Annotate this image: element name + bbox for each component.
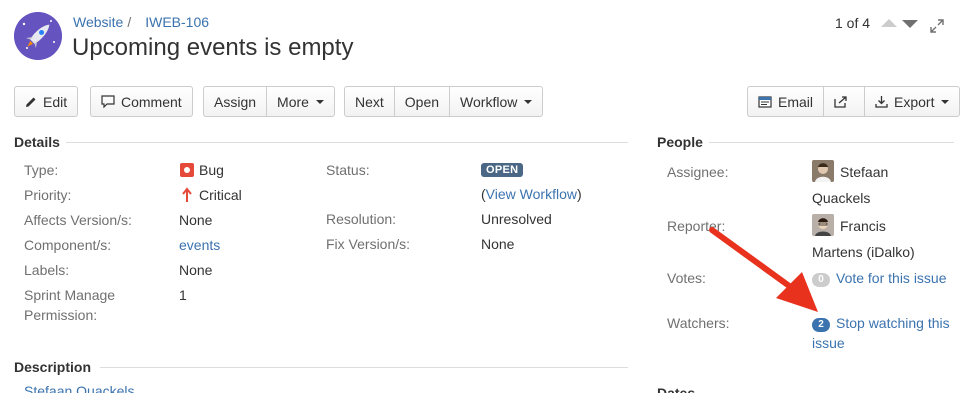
issue-summary[interactable]: Upcoming events is empty: [72, 34, 353, 62]
fix-version-value[interactable]: None: [481, 236, 514, 252]
affects-version-label: Affects Version/s:: [24, 212, 132, 228]
email-label: Email: [778, 93, 814, 110]
user-avatar-icon: [812, 160, 834, 182]
labels-value[interactable]: None: [179, 262, 212, 278]
details-divider: [66, 142, 628, 143]
component-label: Component/s:: [24, 237, 112, 253]
comment-label: Comment: [121, 93, 182, 110]
email-icon: [758, 95, 772, 108]
stop-watching-link-line2[interactable]: issue: [812, 335, 845, 351]
sprint-label-line2: Permission:: [24, 307, 98, 323]
assign-more-group: Assign More: [203, 86, 335, 117]
fix-version-label: Fix Version/s:: [326, 236, 411, 252]
labels-label: Labels:: [24, 262, 70, 278]
previous-issue-arrow-icon[interactable]: [881, 19, 897, 27]
breadcrumb-separator: /: [127, 14, 132, 30]
people-heading: People: [657, 134, 703, 150]
chevron-down-icon: [315, 99, 324, 104]
priority-label: Priority:: [24, 187, 72, 203]
edit-label: Edit: [43, 93, 68, 110]
edit-group: Edit: [14, 86, 79, 117]
email-button[interactable]: Email: [748, 87, 825, 116]
share-export-group: Email Export: [747, 86, 961, 117]
people-divider: [709, 142, 954, 143]
reporter-name-line1[interactable]: Francis: [840, 218, 886, 234]
more-button[interactable]: More: [267, 87, 334, 116]
comment-icon: [101, 95, 115, 108]
vote-link[interactable]: Vote for this issue: [836, 270, 947, 286]
description-heading: Description: [14, 359, 92, 375]
affects-version-value[interactable]: None: [179, 212, 212, 228]
annotation-arrow-icon: [709, 227, 818, 312]
export-button[interactable]: Export: [865, 87, 959, 116]
comment-group: Comment: [90, 86, 193, 117]
priority-critical-icon: [182, 187, 192, 202]
description-author-link[interactable]: Stefaan Quackels: [24, 383, 135, 393]
chevron-down-icon: [524, 99, 533, 104]
view-workflow-link[interactable]: View Workflow: [486, 186, 577, 202]
status-label: Status:: [326, 162, 370, 178]
view-workflow: (View Workflow): [481, 186, 582, 202]
next-button[interactable]: Next: [345, 87, 395, 116]
details-heading: Details: [14, 134, 60, 150]
sprint-label-line1: Sprint Manage: [24, 287, 116, 303]
pencil-icon: [26, 97, 36, 107]
share-button[interactable]: [824, 87, 866, 116]
comment-button[interactable]: Comment: [91, 87, 192, 116]
type-value: Bug: [199, 162, 224, 178]
watchers-row: 2 Stop watching this: [812, 315, 950, 332]
assignee-name-line1[interactable]: Stefaan: [840, 164, 888, 180]
assignee-avatar[interactable]: [812, 160, 834, 182]
workflow-button[interactable]: Workflow: [450, 87, 542, 116]
stop-watching-link[interactable]: Stop watching this: [836, 315, 950, 331]
share-icon: [834, 96, 847, 108]
open-button[interactable]: Open: [395, 87, 451, 116]
expand-icon[interactable]: [929, 18, 945, 34]
more-label: More: [277, 93, 309, 110]
chevron-down-icon: [941, 99, 950, 104]
assignee-label: Assignee:: [667, 164, 729, 180]
breadcrumb-project-link[interactable]: Website: [73, 14, 123, 30]
project-avatar[interactable]: [14, 12, 62, 60]
assign-button[interactable]: Assign: [204, 87, 268, 116]
next-issue-arrow-icon[interactable]: [902, 20, 918, 28]
breadcrumb: Website / IWEB-106: [73, 14, 209, 30]
priority-value: Critical: [199, 187, 242, 203]
assign-label: Assign: [214, 93, 257, 110]
workflow-label: Workflow: [460, 93, 518, 110]
votes-row: 0 Vote for this issue: [812, 270, 947, 287]
rocket-icon: [14, 12, 62, 60]
paren-close: ): [576, 186, 582, 202]
component-link[interactable]: events: [179, 237, 220, 253]
status-badge: OPEN: [481, 163, 524, 177]
breadcrumb-issue-link[interactable]: IWEB-106: [145, 14, 209, 30]
sprint-value[interactable]: 1: [179, 287, 187, 303]
workflow-group: Next Open Workflow: [344, 86, 544, 117]
open-label: Open: [404, 93, 440, 110]
resolution-value: Unresolved: [481, 211, 552, 227]
next-label: Next: [355, 93, 384, 110]
watchers-count-badge[interactable]: 2: [812, 318, 830, 332]
edit-button[interactable]: Edit: [15, 87, 77, 116]
dates-heading: Dates: [657, 385, 696, 393]
download-icon: [875, 96, 888, 108]
assignee-name-line2[interactable]: Quackels: [812, 190, 870, 206]
export-label: Export: [894, 93, 935, 110]
resolution-label: Resolution:: [326, 211, 397, 227]
description-divider: [100, 367, 628, 368]
bug-icon: [180, 163, 194, 177]
type-label: Type:: [24, 162, 59, 178]
pager-count: 1 of 4: [835, 15, 871, 31]
